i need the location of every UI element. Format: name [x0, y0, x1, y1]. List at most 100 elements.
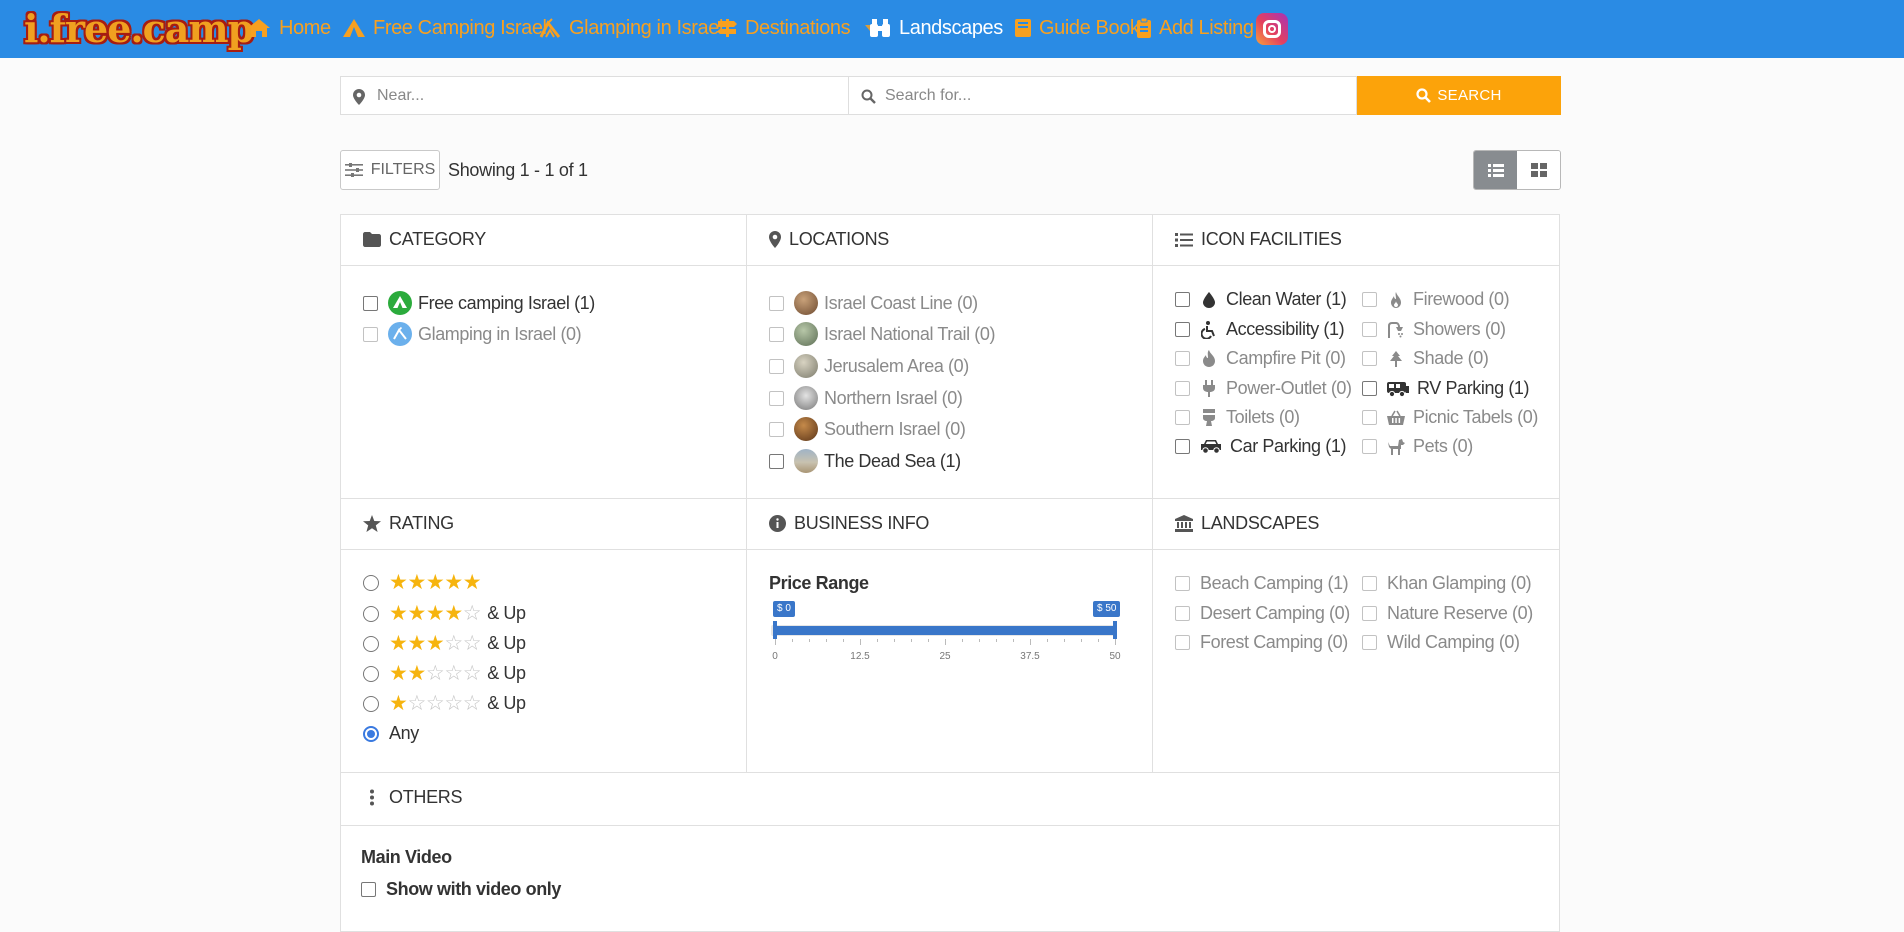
location-option[interactable]: Southern Israel (0)	[769, 417, 966, 441]
category-option[interactable]: Glamping in Israel (0)	[363, 322, 582, 346]
checkbox[interactable]	[1362, 292, 1377, 307]
checkbox[interactable]	[1175, 292, 1190, 307]
slider-tick	[1098, 639, 1099, 642]
facility-option[interactable]: Showers (0)	[1362, 319, 1506, 340]
slider-tick	[1064, 639, 1065, 642]
nav-home[interactable]: Home	[246, 14, 331, 42]
checkbox[interactable]	[361, 882, 376, 897]
radio-button[interactable]	[363, 665, 379, 682]
grid-icon	[1530, 163, 1547, 177]
search-button-label: SEARCH	[1437, 87, 1502, 104]
checkbox[interactable]	[1175, 351, 1190, 366]
checkbox[interactable]	[1175, 439, 1190, 454]
checkbox[interactable]	[769, 390, 784, 406]
search-for-field	[849, 76, 1357, 115]
checkbox[interactable]	[1175, 381, 1190, 396]
checkbox[interactable]	[1362, 439, 1377, 454]
checkbox[interactable]	[363, 326, 378, 342]
checkbox[interactable]	[1175, 410, 1190, 425]
facility-option[interactable]: Accessibility (1)	[1175, 319, 1345, 340]
facility-option[interactable]: Picnic Tabels (0)	[1362, 407, 1538, 428]
home-icon	[248, 19, 270, 37]
nav-destinations[interactable]: Destinations	[716, 14, 876, 42]
nav-free-camping[interactable]: Free Camping Israel	[342, 14, 547, 42]
location-option[interactable]: Israel Coast Line (0)	[769, 291, 978, 315]
checkbox[interactable]	[769, 326, 784, 342]
checkbox[interactable]	[1362, 576, 1377, 591]
radio-button[interactable]	[363, 605, 379, 622]
checkbox[interactable]	[1175, 576, 1190, 591]
nav-add-listing[interactable]: Add Listing	[1136, 14, 1254, 42]
checkbox[interactable]	[1362, 351, 1377, 366]
landscape-option[interactable]: Desert Camping (0)	[1175, 603, 1350, 624]
nav-glamping[interactable]: Glamping in Israel	[538, 14, 723, 42]
checkbox[interactable]	[1175, 606, 1190, 621]
landscape-option[interactable]: Nature Reserve (0)	[1362, 603, 1533, 624]
plug-icon	[1203, 380, 1215, 397]
facility-option[interactable]: RV Parking (1)	[1362, 378, 1530, 399]
checkbox[interactable]	[1362, 410, 1377, 425]
search-input[interactable]	[849, 77, 1356, 114]
toilet-icon	[1203, 409, 1215, 426]
nav-guide-book[interactable]: Guide Book	[1014, 14, 1140, 42]
checkbox[interactable]	[1362, 322, 1377, 337]
price-min-handle[interactable]	[773, 621, 777, 639]
location-option[interactable]: Israel National Trail (0)	[769, 322, 995, 346]
facility-option[interactable]: Pets (0)	[1362, 436, 1473, 457]
rating-option[interactable]: Any	[363, 723, 419, 744]
facility-option[interactable]: Firewood (0)	[1362, 289, 1510, 310]
location-option[interactable]: Northern Israel (0)	[769, 386, 963, 410]
star-filled-icon: ★	[425, 571, 445, 594]
radio-button[interactable]	[363, 695, 379, 712]
rating-option[interactable]: ★ ★ ★ ★ ☆ & Up	[363, 603, 526, 624]
facility-option[interactable]: Shade (0)	[1362, 348, 1489, 369]
tree-icon	[1390, 350, 1402, 367]
checkbox[interactable]	[769, 421, 784, 437]
shower-icon	[1388, 321, 1403, 338]
search-button[interactable]: SEARCH	[1357, 76, 1561, 115]
rating-label: & Up	[487, 663, 526, 683]
grid-view-button[interactable]	[1517, 151, 1560, 189]
price-max-handle[interactable]	[1113, 621, 1117, 639]
checkbox[interactable]	[769, 453, 784, 469]
site-logo[interactable]: i.free.camp	[24, 6, 254, 51]
nav-landscapes[interactable]: Landscapes	[868, 14, 1028, 42]
landscape-option[interactable]: Wild Camping (0)	[1362, 632, 1520, 653]
radio-button[interactable]	[363, 725, 379, 742]
rating-option[interactable]: ★ ★ ★ ☆ ☆ & Up	[363, 633, 526, 654]
checkbox[interactable]	[363, 295, 378, 311]
checkbox[interactable]	[1362, 635, 1377, 650]
sliders-icon	[344, 163, 363, 177]
slider-tick	[877, 639, 878, 642]
rating-option[interactable]: ★ ★ ★ ★ ★	[363, 571, 487, 594]
star-filled-icon: ★	[444, 601, 463, 625]
checkbox[interactable]	[1362, 606, 1377, 621]
list-view-button[interactable]	[1474, 151, 1517, 189]
category-option[interactable]: Free camping Israel (1)	[363, 291, 595, 315]
checkbox[interactable]	[1175, 635, 1190, 650]
landscape-option[interactable]: Beach Camping (1)	[1175, 573, 1349, 594]
slider-tick	[894, 639, 895, 642]
video-only-option[interactable]: Show with video only	[361, 879, 561, 900]
instagram-icon[interactable]	[1256, 13, 1288, 45]
facility-option[interactable]: Campfire Pit (0)	[1175, 348, 1346, 369]
facility-option[interactable]: Clean Water (1)	[1175, 289, 1347, 310]
near-input[interactable]	[341, 77, 848, 114]
facility-option[interactable]: Toilets (0)	[1175, 407, 1300, 428]
rating-option[interactable]: ★ ☆ ☆ ☆ ☆ & Up	[363, 693, 526, 714]
landscape-option[interactable]: Khan Glamping (0)	[1362, 573, 1532, 594]
location-option[interactable]: Jerusalem Area (0)	[769, 354, 969, 378]
filters-button[interactable]: FILTERS	[340, 150, 440, 190]
radio-button[interactable]	[363, 575, 379, 591]
landscape-option[interactable]: Forest Camping (0)	[1175, 632, 1348, 653]
checkbox[interactable]	[769, 358, 784, 374]
facility-option[interactable]: Car Parking (1)	[1175, 436, 1346, 457]
radio-button[interactable]	[363, 635, 379, 652]
facility-label: RV Parking (1)	[1417, 378, 1530, 398]
checkbox[interactable]	[1362, 381, 1377, 396]
location-option[interactable]: The Dead Sea (1)	[769, 449, 961, 473]
facility-option[interactable]: Power-Outlet (0)	[1175, 378, 1352, 399]
checkbox[interactable]	[1175, 322, 1190, 337]
checkbox[interactable]	[769, 295, 784, 311]
rating-option[interactable]: ★ ★ ☆ ☆ ☆ & Up	[363, 663, 526, 684]
